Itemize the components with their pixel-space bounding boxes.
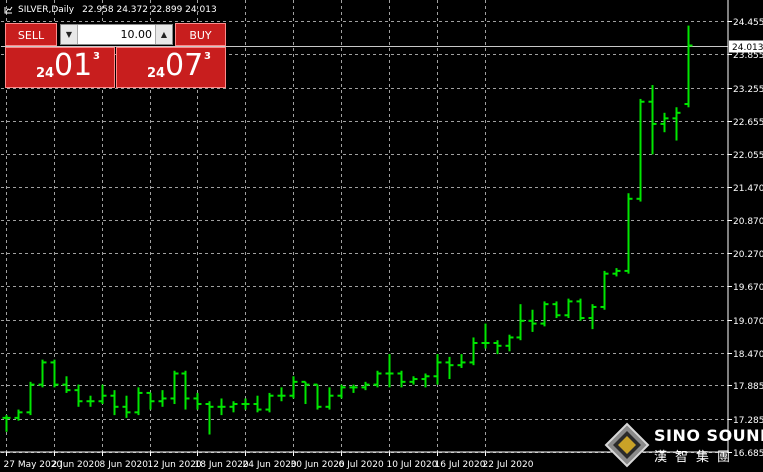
ohlc-bar <box>313 383 322 410</box>
ohlc-bar <box>110 390 119 416</box>
ohlc-bar <box>624 193 633 274</box>
ohlc-bar <box>385 354 394 388</box>
ohlc-bar <box>229 401 238 413</box>
ohlc-bar <box>253 395 262 413</box>
ohlc-bar <box>612 268 621 277</box>
price-axis: 24.45523.85523.25522.65522.05521.47020.8… <box>727 0 763 459</box>
ohlc-bar <box>636 98 645 202</box>
ohlc-bar <box>2 415 11 432</box>
ohlc-bar <box>648 85 657 155</box>
ohlc-bar <box>205 401 214 435</box>
buy-quote-prefix: 24 <box>147 66 166 81</box>
ohlc-bar <box>505 334 514 352</box>
ohlc-bar <box>540 301 549 327</box>
ohlc-bar <box>445 356 454 380</box>
price-tick-label: 20.870 <box>733 217 763 227</box>
ohlc-bar <box>74 384 83 407</box>
ohlc-bar <box>564 298 573 319</box>
ohlc-bar <box>481 323 490 349</box>
ohlc-bar <box>469 337 478 366</box>
ohlc-bar <box>86 395 95 407</box>
lot-size-stepper[interactable]: ▼ 10.00 ▲ <box>60 24 173 45</box>
ohlc-bar <box>457 354 466 368</box>
ohlc-bar <box>241 398 250 410</box>
ohlc-bar <box>170 370 179 405</box>
chart-header: SILVER,Daily 22.958 24.372 22.899 24.013 <box>4 5 217 15</box>
sell-button[interactable]: SELL <box>5 23 57 46</box>
logo-chinese-name: 漢智集團 <box>654 450 739 465</box>
sell-quote-prefix: 24 <box>36 66 55 81</box>
ohlc-bar <box>516 304 525 341</box>
current-price-label: 24.013 <box>732 43 763 53</box>
ohlc-bar <box>325 387 334 410</box>
price-tick-label: 21.470 <box>733 184 763 194</box>
time-tick-label: 30 Jun 2020 <box>291 460 345 470</box>
ohlc-bar <box>576 298 585 321</box>
chevron-down-icon[interactable]: ▼ <box>61 25 78 44</box>
time-tick-label: 10 Jul 2020 <box>387 460 438 470</box>
sell-quote-button[interactable]: 24 01 3 <box>5 47 115 88</box>
ohlc-bar <box>98 384 107 405</box>
buy-quote-fraction: 3 <box>204 51 211 62</box>
chart-window-icon <box>4 6 13 14</box>
sell-quote-fraction: 3 <box>93 51 100 62</box>
time-tick-label: 6 Jul 2020 <box>339 460 384 470</box>
ohlc-bar <box>433 354 442 385</box>
buy-quote-pips: 07 <box>165 48 204 83</box>
ohlc-bar <box>193 392 202 410</box>
ohlc-bar <box>373 370 382 388</box>
ohlc-bar <box>265 392 274 413</box>
ohlc-bar <box>684 25 693 108</box>
ohlc-bar <box>217 398 226 416</box>
ohlc-bar <box>289 376 298 399</box>
ohlc-bar <box>337 384 346 399</box>
ohlc-bar <box>134 387 143 416</box>
time-tick-label: 24 Jun 2020 <box>243 460 297 470</box>
price-tick-label: 19.070 <box>733 317 763 327</box>
ohlc-bar <box>660 112 669 133</box>
price-tick-label: 22.655 <box>733 118 763 128</box>
lot-size-input[interactable]: 10.00 <box>79 25 153 44</box>
sino-sound-logo: SINO SOUND 漢智集團 <box>604 420 763 472</box>
ohlc-bar <box>552 301 561 319</box>
ohlc-bar <box>672 107 681 141</box>
time-tick-label: 18 Jun 2020 <box>195 460 249 470</box>
sell-quote-pips: 01 <box>54 48 93 83</box>
ohlc-readout: 22.958 24.372 22.899 24.013 <box>82 5 217 15</box>
price-tick-label: 22.055 <box>733 151 763 161</box>
price-tick-label: 24.455 <box>733 18 763 28</box>
ohlc-bar <box>26 381 35 416</box>
ohlc-bar <box>62 376 71 393</box>
price-tick-label: 20.270 <box>733 250 763 260</box>
logo-emblem-icon <box>604 422 650 468</box>
ohlc-bar <box>588 304 597 330</box>
price-tick-label: 18.470 <box>733 350 763 360</box>
ohlc-bar <box>14 409 23 421</box>
ohlc-bar <box>158 390 167 407</box>
buy-quote-button[interactable]: 24 07 3 <box>116 47 226 88</box>
ohlc-bar <box>181 370 190 410</box>
price-tick-label: 17.885 <box>733 382 763 392</box>
symbol-label: SILVER,Daily <box>18 5 75 15</box>
ohlc-bar <box>38 359 47 388</box>
logo-name: SINO SOUND <box>654 426 763 445</box>
one-click-trading-panel: SELL ▼ 10.00 ▲ BUY 24 01 3 24 07 3 <box>5 23 226 88</box>
buy-button[interactable]: BUY <box>175 23 226 46</box>
ohlc-bar <box>146 391 155 410</box>
ohlc-bar <box>600 270 609 310</box>
time-tick-label: 2 Jun 2020 <box>52 460 101 470</box>
chevron-up-icon[interactable]: ▲ <box>155 25 172 44</box>
time-tick-label: 8 Jun 2020 <box>100 460 149 470</box>
ohlc-bar <box>122 395 131 418</box>
price-tick-label: 19.670 <box>733 283 763 293</box>
ohlc-bar <box>50 359 59 388</box>
price-tick-label: 23.255 <box>733 85 763 95</box>
time-tick-label: 22 Jul 2020 <box>483 460 534 470</box>
ohlc-bar <box>493 340 502 355</box>
time-tick-label: 16 Jul 2020 <box>435 460 486 470</box>
ohlc-bar <box>277 387 286 402</box>
ohlc-bar <box>409 376 418 385</box>
ohlc-bar <box>397 370 406 388</box>
